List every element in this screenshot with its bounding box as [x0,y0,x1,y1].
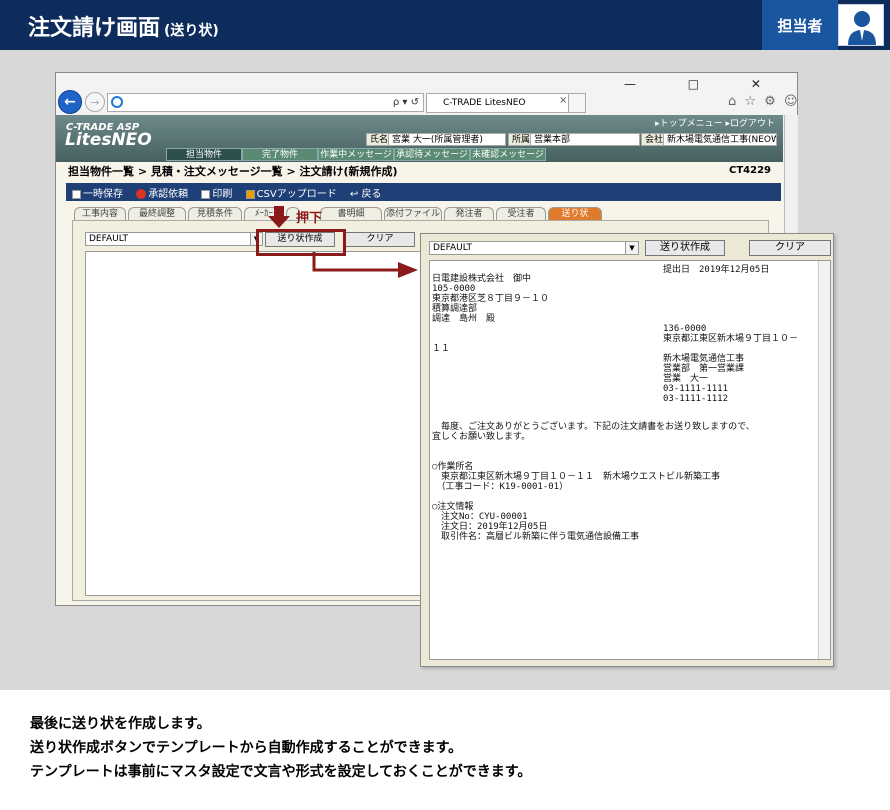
csv-upload-button[interactable]: CSVアップロード [245,189,337,200]
print-icon [201,189,211,199]
tab-final-adjust[interactable]: 最終調整 [128,207,186,221]
letter-greeting-cont: 宜しくお願い致します。 [432,432,531,442]
back-link[interactable]: ↩ 戻る [350,189,382,200]
window-controls[interactable]: — □ ✕ [624,77,785,91]
page-header: 注文請け画面 (送り状) 担当者 [0,0,890,50]
template-select[interactable]: DEFAULT [85,232,263,246]
invoice-textarea[interactable] [85,251,430,596]
connector-arrow-icon [312,252,418,278]
sender-fax: 03-1111-1112 [663,394,729,404]
nav-tab-completed[interactable]: 完了物件 [242,148,318,161]
letter-address: 東京都港区芝８丁目９－１０ [432,294,550,304]
tab-estimate-terms[interactable]: 見積条件 [188,207,242,221]
nav-tab-working[interactable]: 作業中メッセージ [318,148,394,161]
dept-value: 営業本部 [530,133,640,146]
sender-zip: 136-0000 [663,324,707,334]
order-heading: ○注文情報 [432,502,474,512]
forward-button[interactable]: → [85,92,105,112]
person-icon [838,4,884,46]
tab-close-icon[interactable]: × [559,95,567,106]
chevron-down-icon[interactable]: ▼ [625,242,638,254]
letter-addressee: 日電建設株式会社 御中 [432,274,532,284]
sender-dept: 営業部 第一営業課 [663,364,745,374]
tab-invoice[interactable]: 送り状 [548,207,602,221]
site-code: （工事コード：K19-0001-01） [432,482,569,492]
ie-icon [111,96,123,108]
page-code: CT4229 [729,165,771,176]
nav-tab-unread[interactable]: 未確認メッセージ [470,148,546,161]
approve-button[interactable]: 承認依頼 [136,189,188,200]
breadcrumb[interactable]: 担当物件一覧 > 見積・注文メッセージ一覧 > 注文請け(新規作成) [68,163,398,179]
tab-contractor[interactable]: 受注者 [496,207,546,221]
tab-work-content[interactable]: 工事内容 [74,207,126,221]
company-value: 新木場電気通信工事(NEOW/ [663,133,777,146]
popup-clear-button[interactable]: クリア [749,240,831,256]
arrow-down-icon [268,206,290,228]
sender-name: 営業 大一 [663,374,709,384]
page-title: 注文請け画面 (送り状) [28,16,219,41]
nav-tab-assigned[interactable]: 担当物件 [166,148,242,161]
new-tab-button[interactable] [568,93,586,113]
document-scrollbar[interactable] [818,261,830,659]
letter-greeting: 毎度、ご注文ありがとうございます。下記の注文請書をお送り致しますので、 [432,422,755,432]
order-date: 注文日：2019年12月05日 [432,522,548,532]
press-callout: 押下 [296,211,323,226]
return-icon: ↩ [349,189,359,200]
order-no: 注文No：CYU-00001 [432,512,528,522]
address-bar[interactable]: ρ ▾ ↺ [107,93,424,112]
invoice-popup: DEFAULT ▼ 送り状作成 クリア 提出日 2019年12月05日 日電建設… [420,233,834,667]
letter-dept: 積算調達部 [432,304,478,314]
popup-create-invoice-button[interactable]: 送り状作成 [645,240,725,256]
invoice-document[interactable]: 提出日 2019年12月05日 日電建設株式会社 御中 105-0000 東京都… [429,260,831,660]
sender-tel: 03-1111-1111 [663,384,729,394]
csv-icon [245,189,255,199]
role-badge: 担当者 [762,0,838,50]
order-subject: 取引件名：高層ビル新築に伴う電気通信設備工事 [432,532,640,542]
letter-date: 提出日 2019年12月05日 [663,265,770,275]
browser-toolbar-icons[interactable]: ⌂ ☆ ⚙ ☺ [728,94,800,109]
nav-tab-pending[interactable]: 承認待メッセージ [394,148,470,161]
name-value: 宮業 大一(所属管理者) [388,133,506,146]
letter-person: 調達 島州 殿 [432,314,496,324]
back-button[interactable]: ← [58,90,82,114]
print-button[interactable]: 印刷 [201,189,232,200]
action-toolbar: 一時保存 承認依頼 印刷 CSVアップロード ↩ 戻る [66,183,781,201]
tab-details[interactable]: 書明細 [320,207,382,221]
sender-company: 新木場電気通信工事 [663,354,745,364]
popup-template-select[interactable]: DEFAULT [429,241,639,255]
approve-icon [136,189,147,199]
site-name: 東京都江東区新木場９丁目１０－１１ 新木場ウエストビル新築工事 [432,472,721,482]
sender-address-cont: １１ [432,344,451,354]
logo: LitesNEO [65,130,152,150]
page-subtitle: (送り状) [164,23,219,39]
browser-tab[interactable]: C-TRADE LitesNEO [426,93,576,113]
save-button[interactable]: 一時保存 [72,189,123,200]
description: 最後に送り状を作成します。 送り状作成ボタンでテンプレートから自動作成することが… [30,712,531,784]
description-line: テンプレートは事前にマスタ設定で文言や形式を設定しておくことができます。 [30,764,532,780]
tab-orderer[interactable]: 発注者 [444,207,494,221]
save-icon [72,189,81,199]
letter-zip: 105-0000 [432,284,476,294]
clear-button[interactable]: クリア [345,232,415,247]
app-header: C-TRADE ASP LitesNEO ▸トップメニュー ▸ログアウト 氏名 … [56,115,783,162]
description-line: 最後に送り状を作成します。 [30,716,211,732]
description-line: 送り状作成ボタンでテンプレートから自動作成することができます。 [30,740,463,756]
tab-attachments[interactable]: 添付ファイル [384,207,442,221]
top-links[interactable]: ▸トップメニュー ▸ログアウト [655,116,775,129]
site-heading: ○作業所名 [432,462,474,472]
sender-address: 東京都江東区新木場９丁目１０－ [663,334,799,344]
